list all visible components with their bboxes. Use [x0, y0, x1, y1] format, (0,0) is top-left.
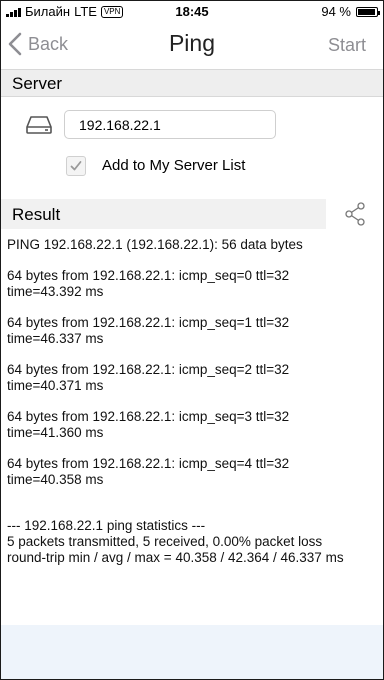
result-section-header: Result — [0, 199, 326, 229]
server-section-header: Server — [0, 69, 384, 97]
ping-reply: 64 bytes from 192.168.22.1: icmp_seq=1 t… — [7, 315, 379, 347]
server-section-title: Server — [12, 74, 63, 93]
navigation-bar: Back Ping Start — [0, 24, 384, 68]
ping-reply: 64 bytes from 192.168.22.1: icmp_seq=2 t… — [7, 362, 379, 394]
reply-time: time=46.337 ms — [7, 331, 104, 346]
status-bar: Билайн LTE VPN 18:45 94 % — [0, 0, 384, 24]
reply-time: time=41.360 ms — [7, 425, 104, 440]
reply-line: 64 bytes from 192.168.22.1: icmp_seq=4 t… — [7, 456, 290, 471]
stats-rtt: round-trip min / avg / max = 40.358 / 42… — [7, 550, 344, 565]
stats-header: --- 192.168.22.1 ping statistics --- — [7, 518, 206, 533]
battery-percent: 94 % — [321, 4, 351, 19]
reply-line: 64 bytes from 192.168.22.1: icmp_seq=0 t… — [7, 268, 290, 283]
page-title: Ping — [168, 30, 216, 56]
battery-fill — [358, 8, 375, 15]
checkmark-icon — [70, 161, 82, 171]
drive-icon — [26, 116, 52, 134]
reply-time: time=40.358 ms — [7, 472, 104, 487]
reply-line: 64 bytes from 192.168.22.1: icmp_seq=1 t… — [7, 315, 290, 330]
result-section-title: Result — [12, 205, 61, 224]
ping-output: PING 192.168.22.1 (192.168.22.1): 56 dat… — [7, 237, 379, 566]
reply-time: time=43.392 ms — [7, 284, 104, 299]
reply-time: time=40.371 ms — [7, 378, 104, 393]
add-to-list-checkbox[interactable] — [66, 156, 86, 176]
battery-icon — [356, 6, 380, 17]
ping-reply: 64 bytes from 192.168.22.1: icmp_seq=3 t… — [7, 409, 379, 441]
reply-line: 64 bytes from 192.168.22.1: icmp_seq=2 t… — [7, 362, 290, 377]
server-host-input[interactable] — [64, 110, 276, 139]
bottom-band — [0, 625, 384, 680]
add-to-list-label[interactable]: Add to My Server List — [102, 157, 245, 174]
start-button[interactable]: Start — [328, 35, 366, 56]
stats-packets: 5 packets transmitted, 5 received, 0.00%… — [7, 534, 323, 549]
ping-intro: PING 192.168.22.1 (192.168.22.1): 56 dat… — [7, 237, 303, 252]
status-right: 94 % — [321, 4, 380, 19]
server-form: Add to My Server List — [0, 100, 384, 200]
ping-reply: 64 bytes from 192.168.22.1: icmp_seq=4 t… — [7, 456, 379, 488]
ping-reply: 64 bytes from 192.168.22.1: icmp_seq=0 t… — [7, 268, 379, 300]
share-icon[interactable] — [343, 201, 367, 227]
ping-statistics: --- 192.168.22.1 ping statistics --- 5 p… — [7, 518, 379, 566]
reply-line: 64 bytes from 192.168.22.1: icmp_seq=3 t… — [7, 409, 290, 424]
